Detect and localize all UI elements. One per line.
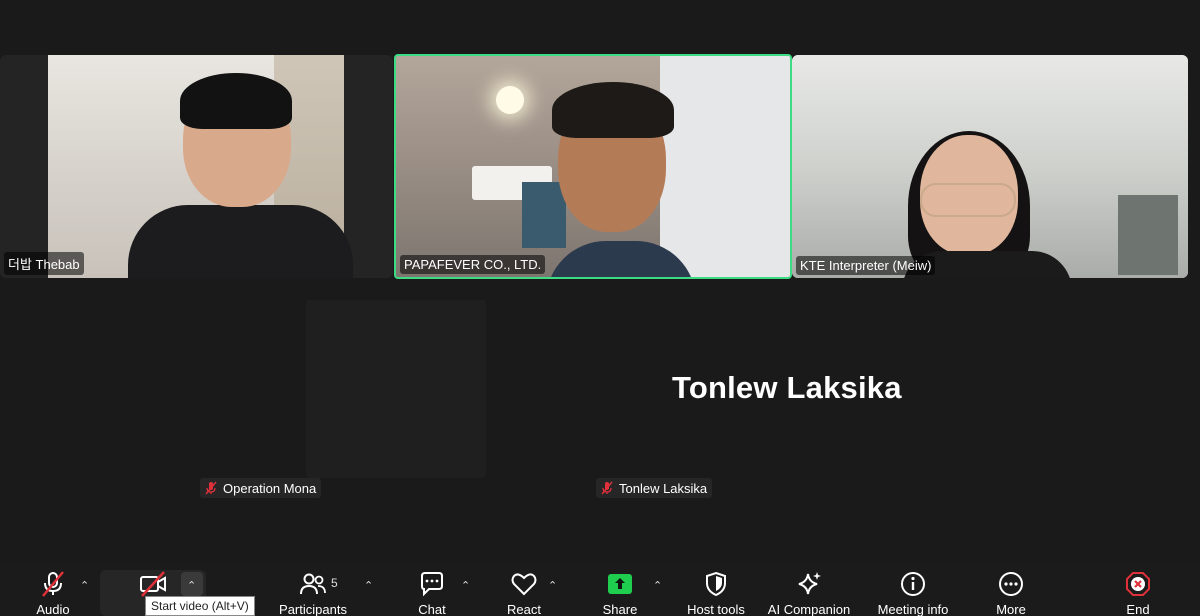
chat-bubble-icon — [417, 570, 447, 598]
video-tile-interpreter[interactable]: KTE Interpreter (Meiw) — [792, 55, 1188, 278]
host-tools-button[interactable]: Host tools — [671, 570, 761, 616]
participant-name: Tonlew Laksika — [619, 480, 708, 496]
mic-muted-icon — [38, 570, 68, 598]
meeting-info-button[interactable]: Meeting info — [868, 570, 958, 616]
video-tile-active-speaker[interactable]: PAPAFEVER CO., LTD. — [394, 54, 792, 279]
meeting-stage: 더밥 Thebab PAPAFEVER CO., LTD. KTE Interp… — [0, 0, 1200, 562]
chat-options-caret[interactable]: ⌃ — [461, 579, 470, 592]
ceiling-light — [496, 86, 524, 114]
share-screen-icon — [605, 570, 635, 598]
chat-label: Chat — [418, 602, 446, 616]
meeting-info-label: Meeting info — [877, 602, 949, 616]
video-tile-operation-mona[interactable] — [306, 300, 486, 478]
audio-button[interactable]: Audio — [8, 570, 98, 616]
ai-companion-button[interactable]: AI Companion — [764, 570, 854, 616]
background-window — [1118, 195, 1178, 275]
react-options-caret[interactable]: ⌃ — [548, 579, 557, 592]
video-tile-thebab[interactable]: 더밥 Thebab — [0, 55, 393, 278]
participant-name-tag: KTE Interpreter (Meiw) — [796, 256, 936, 275]
share-button[interactable]: Share — [575, 570, 665, 616]
participant-name: Operation Mona — [223, 480, 317, 496]
participant-body — [128, 205, 353, 278]
more-button[interactable]: More — [966, 570, 1056, 616]
mic-muted-icon — [599, 480, 615, 496]
participant-name-tag: PAPAFEVER CO., LTD. — [400, 255, 546, 274]
react-button[interactable]: React — [479, 570, 569, 616]
end-call-icon — [1123, 570, 1153, 598]
share-options-caret[interactable]: ⌃ — [653, 579, 662, 592]
participants-button[interactable]: Participants — [268, 570, 358, 616]
more-dots-icon — [996, 570, 1026, 598]
video-feed — [48, 55, 353, 278]
video-feed — [792, 55, 1188, 278]
participant-name-tag: 더밥 Thebab — [4, 252, 84, 275]
participants-options-caret[interactable]: ⌃ — [364, 579, 373, 592]
background-wall — [660, 56, 790, 277]
audio-options-caret[interactable]: ⌃ — [80, 579, 89, 592]
participants-count: 5 — [331, 576, 338, 590]
audio-label: Audio — [36, 602, 70, 616]
share-label: Share — [602, 602, 638, 616]
ai-companion-label: AI Companion — [767, 602, 851, 616]
participant-glasses — [920, 183, 1016, 217]
sparkle-icon — [794, 570, 824, 598]
start-video-tooltip: Start video (Alt+V) — [145, 596, 255, 616]
participant-hair — [180, 73, 292, 129]
host-tools-label: Host tools — [687, 602, 745, 616]
shield-icon — [701, 570, 731, 598]
participants-icon — [298, 570, 328, 598]
muted-name-label: Tonlew Laksika — [596, 478, 713, 498]
chat-button[interactable]: Chat — [387, 570, 477, 616]
mic-muted-icon — [203, 480, 219, 496]
heart-icon — [509, 570, 539, 598]
video-options-caret[interactable]: ⌃ — [187, 579, 196, 592]
wall-poster — [522, 182, 566, 248]
muted-name-label: Operation Mona — [200, 478, 322, 498]
participants-label: Participants — [279, 602, 347, 616]
info-icon — [898, 570, 928, 598]
end-meeting-button[interactable]: End — [1093, 570, 1183, 616]
react-label: React — [507, 602, 541, 616]
video-feed — [396, 56, 790, 277]
more-label: More — [996, 602, 1026, 616]
participant-hair — [552, 82, 674, 138]
no-video-participant-name: Tonlew Laksika — [672, 370, 902, 405]
end-label: End — [1126, 602, 1150, 616]
video-off-icon — [138, 570, 168, 598]
